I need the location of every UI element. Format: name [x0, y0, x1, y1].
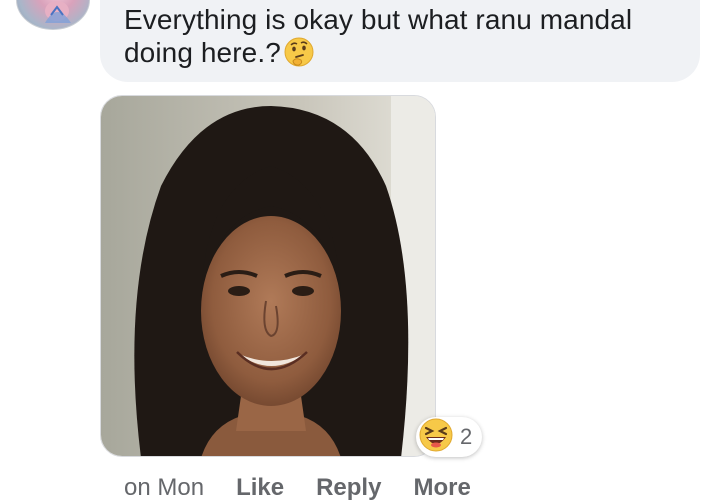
reaction-summary[interactable]: 2 [416, 417, 483, 458]
like-button[interactable]: Like [236, 474, 284, 500]
avatar-image [45, 1, 71, 23]
photo-image [101, 96, 435, 456]
comment-photo-attachment[interactable] [100, 95, 436, 457]
laughing-face-icon [418, 417, 454, 458]
thinking-face-icon [283, 36, 315, 75]
avatar[interactable] [16, 0, 90, 30]
comment-bubble: Everything is okay but what ranu mandal … [100, 0, 700, 82]
comment-timestamp[interactable]: on Mon [124, 474, 204, 500]
more-button[interactable]: More [413, 474, 470, 500]
reply-button[interactable]: Reply [316, 474, 381, 500]
reaction-count: 2 [460, 424, 473, 449]
comment-actions: on Mon Like Reply More [124, 474, 503, 500]
comment-thread: Everything is okay but what ranu mandal … [0, 0, 718, 500]
comment-text-content: Everything is okay but what ranu mandal … [124, 4, 641, 68]
comment-text: Everything is okay but what ranu mandal … [124, 4, 676, 75]
